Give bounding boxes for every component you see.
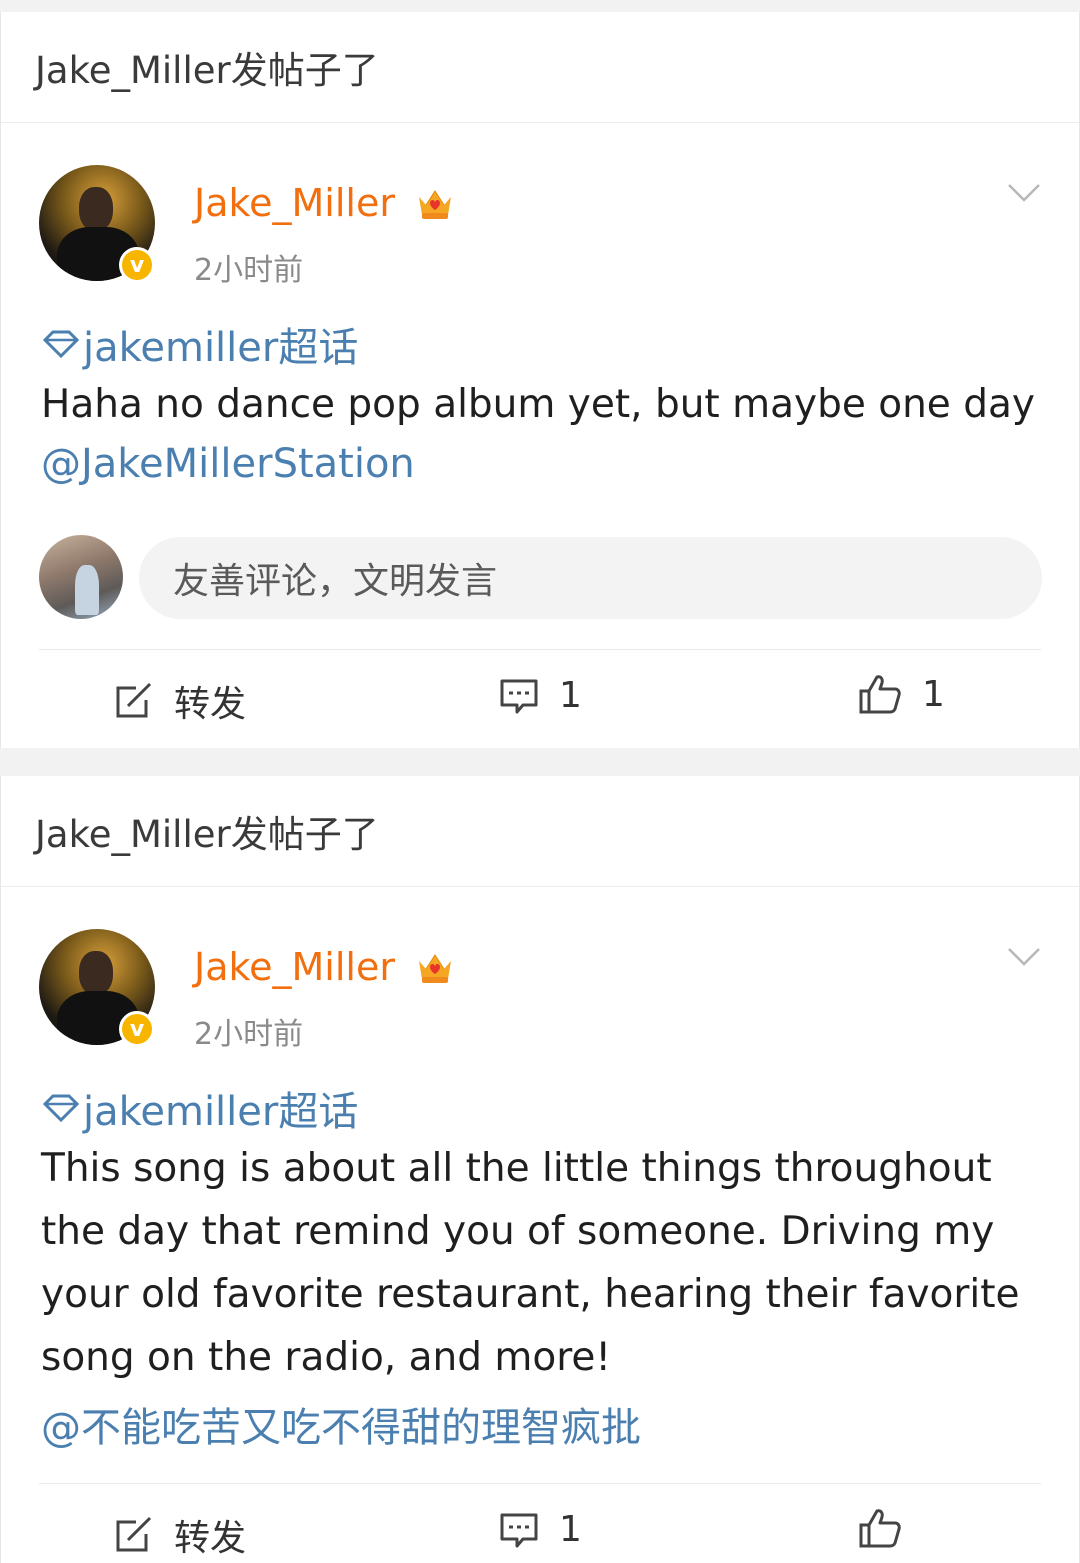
verified-badge-icon: v xyxy=(119,1011,155,1047)
like-icon xyxy=(859,675,901,714)
comment-button[interactable]: 1 xyxy=(499,675,582,716)
post-time: 2小时前 xyxy=(194,1017,304,1052)
comment-icon xyxy=(500,679,538,713)
comment-count: 1 xyxy=(559,1509,582,1550)
crown-badge-icon xyxy=(419,190,451,219)
post-text: Haha no dance pop album yet, but maybe o… xyxy=(41,382,1035,427)
post-time: 2小时前 xyxy=(194,253,304,288)
top-spacer xyxy=(0,0,1080,12)
comment-icon xyxy=(500,1513,538,1547)
username[interactable]: Jake_Miller xyxy=(194,181,395,225)
diamond-icon xyxy=(42,1094,80,1123)
topic-link[interactable]: jakemiller超话 xyxy=(41,315,358,373)
post-header: Jake_Miller发帖子了 xyxy=(1,776,1079,887)
like-button[interactable]: 1 xyxy=(858,673,945,715)
topic-label: jakemiller超话 xyxy=(83,1089,359,1135)
repost-button[interactable]: 转发 xyxy=(114,1509,246,1561)
repost-button[interactable]: 转发 xyxy=(114,675,246,727)
divider xyxy=(39,649,1041,650)
topic-label: jakemiller超话 xyxy=(83,325,359,371)
post-text-line: This song is about all the little things… xyxy=(41,1146,992,1191)
like-icon xyxy=(859,1509,901,1548)
like-count: 1 xyxy=(922,673,945,715)
mention-link[interactable]: @不能吃苦又吃不得甜的理智疯批 xyxy=(41,1395,641,1453)
post-text-line: song on the radio, and more! xyxy=(41,1335,612,1380)
verified-badge-icon: v xyxy=(119,247,155,283)
post-text: This song is about all the little things… xyxy=(41,1137,1039,1389)
repost-label: 转发 xyxy=(174,1518,247,1559)
comment-count: 1 xyxy=(559,675,582,716)
divider xyxy=(39,1483,1041,1484)
like-button[interactable] xyxy=(858,1507,922,1549)
comment-input[interactable]: 友善评论，文明发言 xyxy=(139,537,1042,619)
card-gap xyxy=(0,748,1080,776)
repost-label: 转发 xyxy=(174,684,247,725)
chevron-down-icon[interactable] xyxy=(1007,183,1041,203)
diamond-icon xyxy=(42,330,80,359)
crown-badge-icon xyxy=(419,954,451,983)
post-text-line: your old favorite restaurant, hearing th… xyxy=(41,1272,1020,1317)
repost-icon xyxy=(116,1516,152,1552)
repost-icon xyxy=(116,682,152,718)
current-user-avatar xyxy=(39,535,123,619)
mention-link[interactable]: @JakeMillerStation xyxy=(41,441,415,487)
post-header: Jake_Miller发帖子了 xyxy=(1,12,1079,123)
post-card-1: Jake_Miller发帖子了 v Jake_Miller 2小时前 jakem… xyxy=(0,12,1080,748)
chevron-down-icon[interactable] xyxy=(1007,947,1041,967)
post-card-2: Jake_Miller发帖子了 v Jake_Miller 2小时前 jakem… xyxy=(0,776,1080,1563)
username[interactable]: Jake_Miller xyxy=(194,945,395,989)
topic-link[interactable]: jakemiller超话 xyxy=(41,1079,358,1137)
comment-button[interactable]: 1 xyxy=(499,1509,582,1550)
post-text-line: the day that remind you of someone. Driv… xyxy=(41,1209,995,1254)
